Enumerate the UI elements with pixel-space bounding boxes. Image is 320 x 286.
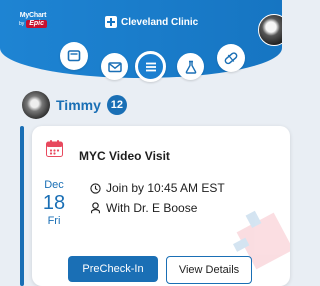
menu-button[interactable] (135, 51, 166, 82)
join-time-text: Join by 10:45 AM EST (106, 181, 225, 195)
mail-icon (107, 61, 122, 72)
calendar-icon (46, 140, 63, 157)
visit-title: MYC Video Visit (79, 149, 170, 163)
provider-text: With Dr. E Boose (106, 201, 198, 215)
provider-row: With Dr. E Boose (90, 201, 197, 215)
date-day: 18 (42, 192, 66, 214)
test-results-button[interactable] (177, 53, 204, 80)
menu-icon (145, 62, 156, 71)
medications-button[interactable] (217, 44, 245, 72)
date-weekday: Fri (47, 215, 61, 227)
nav-bar (0, 0, 282, 90)
patient-header[interactable]: Timmy 12 (22, 91, 127, 119)
appointment-date: Dec 18 Fri (40, 178, 68, 228)
home-icon (67, 50, 81, 62)
messages-button[interactable] (101, 53, 128, 80)
person-icon (91, 202, 100, 214)
join-time-row: Join by 10:45 AM EST (90, 181, 225, 195)
notification-badge: 12 (106, 95, 127, 115)
test-results-icon (185, 60, 196, 74)
card-accent-rail (20, 126, 24, 286)
precheck-in-button[interactable]: PreCheck-In (68, 256, 158, 282)
home-button[interactable] (60, 42, 88, 70)
pill-icon (224, 52, 238, 65)
date-month: Dec (44, 179, 64, 191)
patient-avatar (22, 91, 50, 119)
patient-name: Timmy (56, 97, 101, 113)
clock-icon (90, 182, 101, 194)
